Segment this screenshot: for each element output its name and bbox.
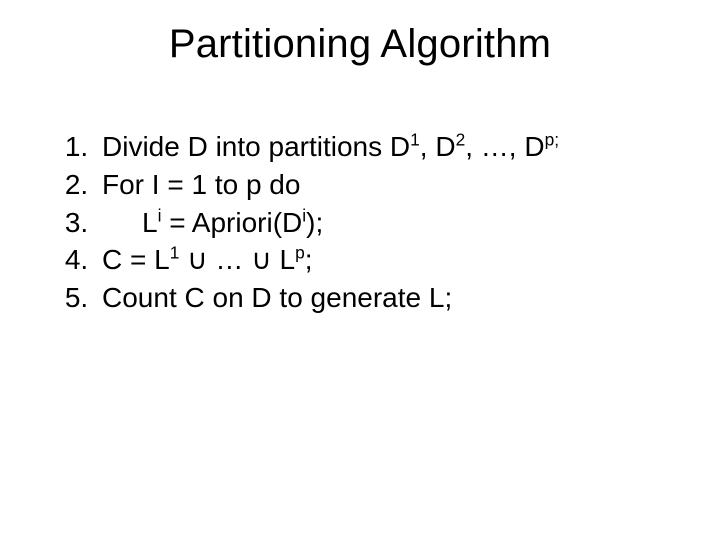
step-3: Li = Apriori(Di); bbox=[96, 204, 680, 242]
step-3-text-a: L bbox=[142, 207, 158, 238]
step-4-text-e: ; bbox=[305, 244, 313, 275]
step-5: Count C on D to generate L; bbox=[96, 279, 680, 317]
step-4-text-b bbox=[179, 244, 187, 275]
step-1-sup-3: p; bbox=[545, 130, 559, 150]
step-1-sup-2: 2 bbox=[456, 130, 466, 150]
slide: Partitioning Algorithm Divide D into par… bbox=[0, 0, 720, 540]
step-3-text-b: = Apriori(D bbox=[161, 207, 302, 238]
step-3-text-c: ); bbox=[306, 207, 323, 238]
step-1-text-a: Divide D into partitions D bbox=[102, 131, 410, 162]
step-4: C = L1 ∪ … ∪ Lp; bbox=[96, 241, 680, 279]
union-icon: ∪ bbox=[187, 244, 208, 275]
step-2-text-a: For I = 1 to p do bbox=[102, 169, 300, 200]
slide-title: Partitioning Algorithm bbox=[0, 22, 720, 67]
step-1-sup-1: 1 bbox=[410, 130, 420, 150]
step-1-text-b: , D bbox=[420, 131, 456, 162]
step-5-text-a: Count C on D to generate L; bbox=[102, 282, 452, 313]
slide-body: Divide D into partitions D1, D2, …, Dp; … bbox=[58, 128, 680, 317]
step-1-text-c: , …, D bbox=[465, 131, 544, 162]
step-1: Divide D into partitions D1, D2, …, Dp; bbox=[96, 128, 680, 166]
union-icon: ∪ bbox=[251, 244, 272, 275]
step-4-text-a: C = L bbox=[102, 244, 170, 275]
step-2: For I = 1 to p do bbox=[96, 166, 680, 204]
step-4-sup-1: 1 bbox=[170, 243, 180, 263]
step-4-sup-2: p bbox=[295, 243, 305, 263]
algorithm-steps: Divide D into partitions D1, D2, …, Dp; … bbox=[58, 128, 680, 317]
step-4-text-d: L bbox=[272, 244, 295, 275]
step-4-text-c: … bbox=[208, 244, 252, 275]
